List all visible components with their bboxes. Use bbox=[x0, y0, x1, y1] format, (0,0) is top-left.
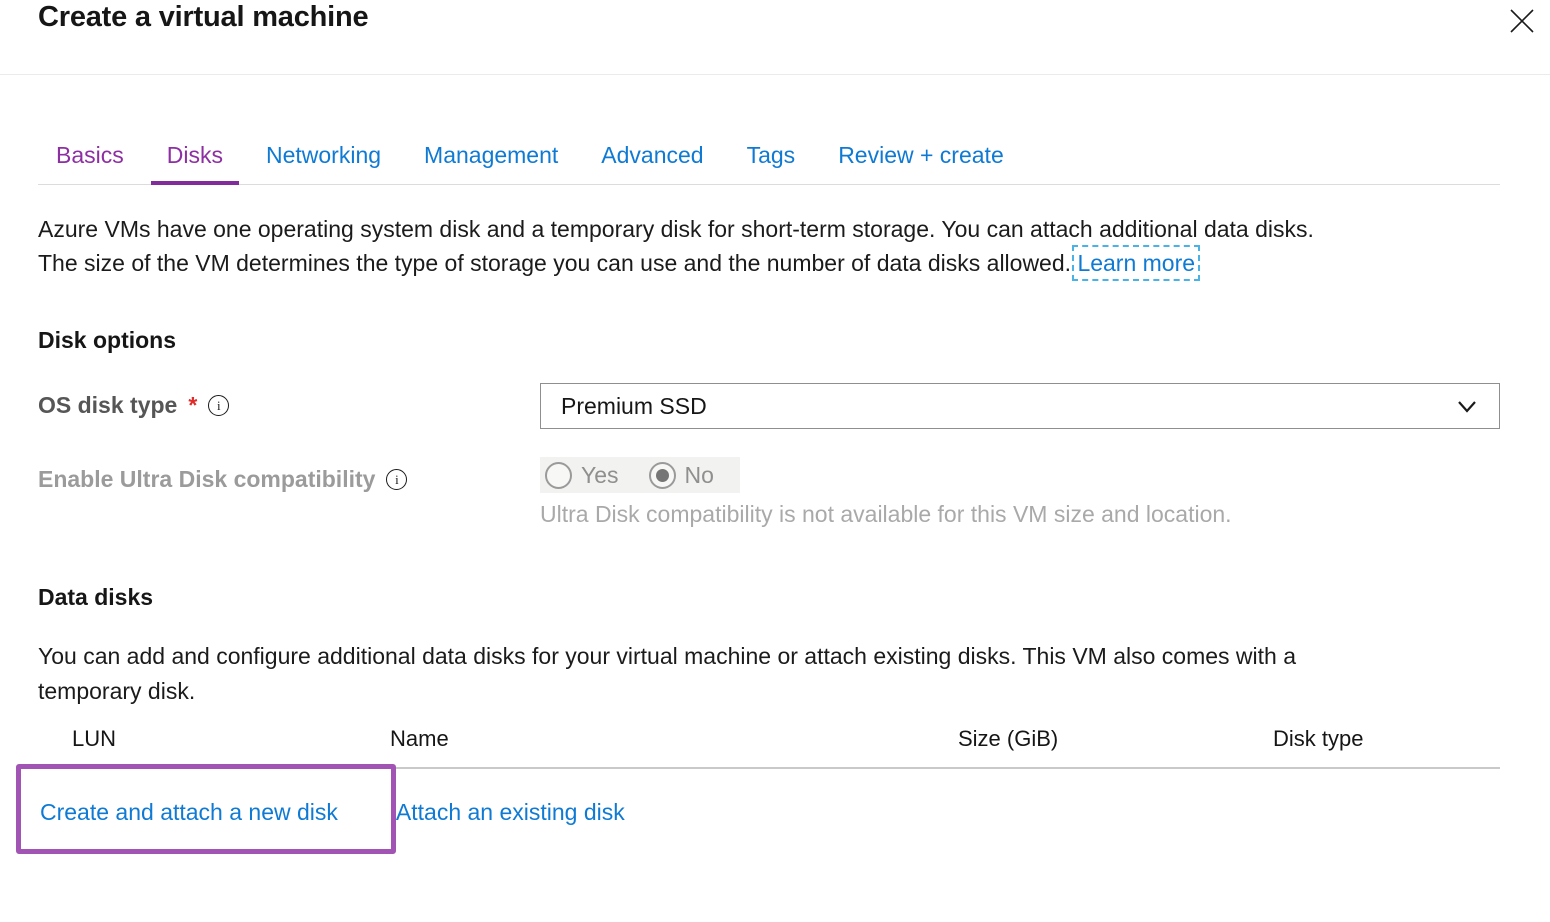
data-disks-description-line2: temporary disk. bbox=[38, 678, 195, 704]
tab-networking[interactable]: Networking bbox=[248, 129, 399, 184]
column-header-size: Size (GiB) bbox=[920, 726, 1235, 752]
info-icon[interactable]: i bbox=[208, 395, 229, 416]
os-disk-type-label-text: OS disk type bbox=[38, 392, 177, 419]
tab-advanced[interactable]: Advanced bbox=[583, 129, 721, 184]
radio-label-no: No bbox=[685, 462, 714, 489]
data-disks-description-line1: You can add and configure additional dat… bbox=[38, 643, 1296, 669]
chevron-down-icon bbox=[1457, 400, 1477, 419]
os-disk-type-dropdown[interactable]: Premium SSD bbox=[540, 383, 1500, 429]
data-disks-description: You can add and configure additional dat… bbox=[38, 639, 1500, 709]
dialog-content: Basics Disks Networking Management Advan… bbox=[0, 129, 1550, 859]
ultra-disk-helper-text: Ultra Disk compatibility is not availabl… bbox=[540, 501, 1500, 528]
learn-more-link[interactable]: Learn more bbox=[1077, 250, 1195, 276]
disk-options-heading: Disk options bbox=[38, 327, 1500, 354]
data-disks-table-header: LUN Name Size (GiB) Disk type bbox=[38, 726, 1500, 769]
tab-basics[interactable]: Basics bbox=[38, 129, 142, 184]
radio-circle-no[interactable] bbox=[649, 462, 676, 489]
intro-text: Azure VMs have one operating system disk… bbox=[38, 212, 1500, 280]
radio-option-no[interactable]: No bbox=[649, 462, 714, 489]
required-asterisk: * bbox=[188, 392, 197, 419]
tab-review-create[interactable]: Review + create bbox=[820, 129, 1022, 184]
column-header-disk-type: Disk type bbox=[1235, 726, 1500, 752]
close-button[interactable] bbox=[1506, 6, 1538, 38]
os-disk-type-value: Premium SSD bbox=[561, 393, 707, 420]
tab-management[interactable]: Management bbox=[406, 129, 576, 184]
os-disk-type-label: OS disk type * i bbox=[38, 383, 540, 419]
tab-disks[interactable]: Disks bbox=[149, 129, 241, 184]
column-header-lun: LUN bbox=[38, 726, 390, 752]
attach-existing-disk-link[interactable]: Attach an existing disk bbox=[396, 799, 625, 826]
ultra-disk-field: Yes No Ultra Disk compatibility is not a… bbox=[540, 457, 1500, 528]
tab-bar: Basics Disks Networking Management Advan… bbox=[38, 129, 1500, 185]
column-header-name: Name bbox=[390, 726, 920, 752]
page-title: Create a virtual machine bbox=[38, 1, 368, 34]
dialog-header: Create a virtual machine bbox=[0, 0, 1550, 75]
intro-line2: The size of the VM determines the type o… bbox=[38, 250, 1071, 276]
intro-line1: Azure VMs have one operating system disk… bbox=[38, 216, 1314, 242]
tab-tags[interactable]: Tags bbox=[729, 129, 814, 184]
create-attach-new-disk-link[interactable]: Create and attach a new disk bbox=[40, 799, 338, 826]
radio-circle-yes[interactable] bbox=[545, 462, 572, 489]
os-disk-type-field: Premium SSD bbox=[540, 383, 1500, 429]
radio-label-yes: Yes bbox=[581, 462, 619, 489]
data-disks-heading: Data disks bbox=[38, 584, 1500, 611]
close-icon bbox=[1509, 8, 1535, 37]
data-disks-actions: Create and attach a new disk Attach an e… bbox=[38, 769, 1500, 859]
radio-option-yes[interactable]: Yes bbox=[545, 462, 619, 489]
ultra-disk-label: Enable Ultra Disk compatibility i bbox=[38, 457, 540, 493]
os-disk-type-row: OS disk type * i Premium SSD bbox=[38, 383, 1500, 429]
ultra-disk-radio-group: Yes No bbox=[540, 457, 740, 493]
info-icon[interactable]: i bbox=[386, 469, 407, 490]
ultra-disk-row: Enable Ultra Disk compatibility i Yes No… bbox=[38, 457, 1500, 528]
ultra-disk-label-text: Enable Ultra Disk compatibility bbox=[38, 466, 375, 493]
create-vm-dialog: Create a virtual machine Basics Disks Ne… bbox=[0, 0, 1550, 922]
